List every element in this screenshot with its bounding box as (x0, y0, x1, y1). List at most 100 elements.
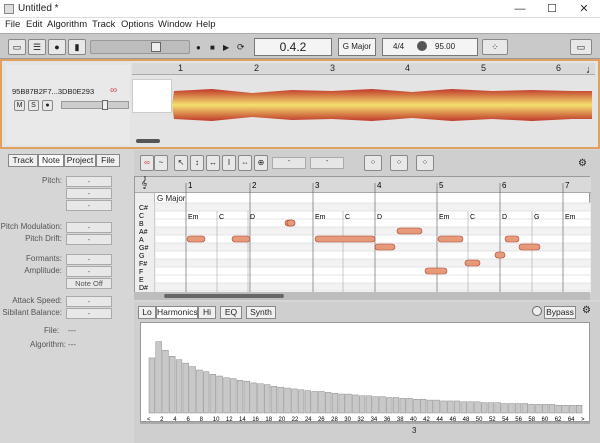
menu-help[interactable]: Help (196, 19, 216, 30)
note-blob[interactable] (464, 259, 481, 267)
close-button[interactable]: ✕ (569, 0, 599, 18)
harmonic-bar[interactable] (535, 404, 542, 414)
harmonic-bar[interactable] (196, 369, 203, 414)
pointer-tool-icon[interactable]: ↖ (174, 155, 188, 171)
harmonic-bar[interactable] (209, 374, 217, 414)
harmonic-bar[interactable] (216, 375, 223, 414)
note-blob[interactable] (424, 267, 448, 275)
menu-options[interactable]: Options (121, 19, 154, 30)
harmonic-bar[interactable] (257, 383, 264, 414)
harmonic-bar[interactable] (494, 402, 501, 414)
split-tool-icon[interactable]: Ι (222, 155, 236, 171)
menu-window[interactable]: Window (158, 19, 192, 30)
note-grid[interactable]: C#CBA#AG#GF#FED#D1234567EmCDEmCDEmCDGEm (135, 177, 591, 293)
harmonic-bar[interactable] (481, 402, 488, 414)
track-volume-knob[interactable] (102, 100, 108, 110)
harmonic-bar[interactable] (311, 391, 318, 414)
harmonic-bar[interactable] (264, 384, 271, 414)
prop-field[interactable]: - (66, 222, 112, 233)
prop-field[interactable]: - (66, 296, 112, 307)
note-blob[interactable] (374, 243, 396, 251)
curve-icon[interactable]: ~ (154, 155, 168, 171)
tab-project[interactable]: Project (64, 154, 96, 167)
harmonic-bar[interactable] (284, 387, 291, 414)
menu-track[interactable]: Track (92, 19, 115, 30)
edit-field-2[interactable]: - (310, 157, 344, 169)
prop-field[interactable]: - (66, 266, 112, 277)
harmonic-bar[interactable] (297, 389, 305, 414)
harmonic-bar[interactable] (352, 394, 359, 414)
track-volume-slider[interactable] (61, 100, 129, 110)
harmonic-bar[interactable] (392, 397, 400, 414)
harmonic-bar[interactable] (318, 391, 325, 414)
prop-field[interactable]: - (66, 188, 112, 199)
note-blob[interactable] (494, 251, 506, 259)
record-arm-button[interactable]: ● (42, 100, 53, 111)
harmonic-bar[interactable] (155, 341, 162, 414)
panel-toggle-icon[interactable]: ▭ (570, 39, 592, 55)
prop-field[interactable]: - (66, 234, 112, 245)
track-scrollbar[interactable] (136, 139, 160, 143)
key-display[interactable]: G Major (338, 38, 376, 56)
harmonic-bar[interactable] (542, 404, 549, 414)
track-ruler[interactable]: 1 2 3 4 5 6 (132, 63, 595, 75)
harmonic-bar[interactable] (467, 401, 474, 414)
harmonic-bar[interactable] (569, 405, 576, 414)
zoom-icon[interactable]: ⁘ (416, 155, 434, 171)
menu-algorithm[interactable]: Algorithm (47, 19, 87, 30)
minimize-button[interactable]: — (505, 0, 535, 18)
harmonic-bar[interactable] (291, 388, 298, 414)
track-waveform[interactable] (172, 79, 592, 131)
amp-tool-icon[interactable]: ⊕ (254, 155, 268, 171)
play-icon[interactable]: ▶ (223, 43, 229, 52)
harmonic-bar[interactable] (338, 393, 345, 414)
note-blob[interactable] (186, 235, 206, 243)
harmonics-bars[interactable]: <2 4 6 8 10 12 14 16 18 20 22 24 26 28 30 32 34 36 38 40 42 4… (141, 323, 591, 423)
harmonic-bar[interactable] (426, 399, 434, 414)
harmonic-bar[interactable] (270, 386, 278, 414)
harmonic-bar[interactable] (386, 397, 393, 414)
link-icon[interactable]: ∞ (140, 155, 154, 171)
scroll-thumb[interactable] (164, 294, 284, 298)
harmonic-bar[interactable] (406, 398, 413, 414)
prop-field[interactable]: - (66, 200, 112, 211)
tempo-value[interactable]: 95.00 (435, 39, 455, 55)
menu-file[interactable]: File (5, 19, 20, 30)
list-view-icon[interactable]: ☰ (28, 39, 46, 55)
prop-field[interactable]: - (66, 254, 112, 265)
tab-harmonics[interactable]: Harmonics (156, 306, 198, 319)
harmonic-bar[interactable] (379, 396, 386, 414)
tab-lo[interactable]: Lo (138, 306, 156, 319)
harmonic-bar[interactable] (358, 395, 366, 414)
maximize-button[interactable]: ☐ (537, 0, 567, 18)
tab-file[interactable]: File (96, 154, 120, 167)
harmonic-bar[interactable] (243, 380, 250, 414)
harmonic-bar[interactable] (175, 359, 183, 414)
harmonic-bar[interactable] (440, 400, 447, 414)
slider-knob[interactable] (151, 42, 161, 52)
harmonic-bar[interactable] (304, 390, 311, 414)
harmonic-bar[interactable] (487, 402, 495, 414)
note-blob[interactable] (437, 235, 464, 243)
harmonic-bar[interactable] (501, 403, 508, 414)
harmonic-bar[interactable] (189, 366, 196, 414)
tempo-settings-icon[interactable]: ⁘ (482, 39, 508, 55)
harmonic-bar[interactable] (548, 404, 556, 414)
solo-button[interactable]: S (28, 100, 39, 111)
harmonic-bar[interactable] (372, 396, 379, 414)
tab-track[interactable]: Track (8, 154, 38, 167)
stop-icon[interactable]: ■ (210, 43, 215, 52)
note-blob[interactable] (314, 235, 376, 243)
editor-scrollbar[interactable] (134, 292, 590, 300)
tab-synth[interactable]: Synth (246, 306, 276, 319)
note-blob[interactable] (396, 227, 423, 235)
track-name[interactable]: 95B87B2F7...3DB0E293 (12, 87, 94, 96)
harmonic-bar[interactable] (453, 400, 461, 414)
note-blob[interactable] (504, 235, 520, 243)
harmonic-bar[interactable] (148, 357, 156, 414)
track-link-icon[interactable]: ∞ (110, 85, 117, 96)
meter-value[interactable]: 4/4 (393, 39, 404, 55)
harmonic-bar[interactable] (277, 386, 284, 414)
bypass-button[interactable]: Bypass (544, 306, 576, 319)
harmonic-bar[interactable] (230, 378, 237, 414)
